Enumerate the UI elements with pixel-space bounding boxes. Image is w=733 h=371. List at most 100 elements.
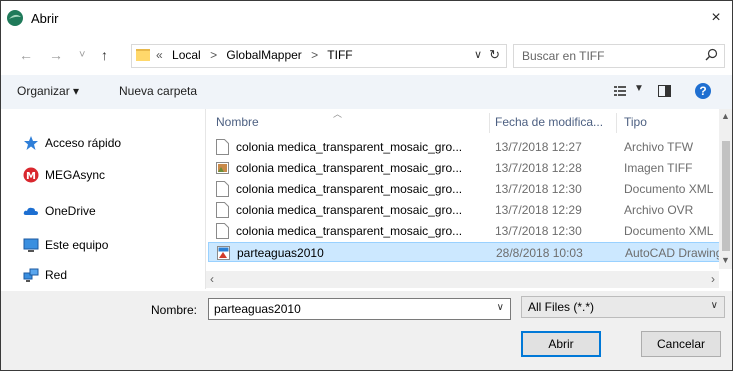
autocad-icon — [217, 246, 230, 260]
file-date: 13/7/2018 12:30 — [495, 182, 582, 196]
vertical-scrollbar[interactable]: ▲ ▼ — [719, 109, 732, 269]
file-date: 13/7/2018 12:30 — [495, 224, 582, 238]
filename-field[interactable]: parteaguas2010 ∨ — [208, 298, 511, 320]
column-header-name[interactable]: Nombre — [216, 115, 259, 129]
search-input[interactable]: Buscar en TIFF — [522, 49, 604, 63]
preview-pane-icon[interactable] — [658, 85, 671, 97]
search-box[interactable]: Buscar en TIFF — [513, 44, 725, 68]
file-name: colonia medica_transparent_mosaic_gro... — [236, 182, 463, 196]
navigation-pane: Acceso rápido M MEGAsync OneDrive Este e… — [1, 111, 205, 291]
filename-value[interactable]: parteaguas2010 — [214, 302, 301, 316]
search-icon — [705, 48, 718, 61]
address-bar[interactable]: « Local > GlobalMapper > TIFF ∨ ↻ — [131, 44, 507, 68]
monitor-icon — [23, 238, 39, 252]
scroll-up-icon[interactable]: ▲ — [721, 111, 730, 121]
file-type: Archivo OVR — [624, 203, 694, 217]
breadcrumb-tiff[interactable]: TIFF — [327, 48, 352, 62]
sidebar-item-network[interactable]: Red — [23, 263, 67, 285]
sidebar-item-label: OneDrive — [45, 203, 96, 218]
open-button[interactable]: Abrir — [521, 331, 601, 357]
document-icon — [216, 139, 229, 155]
network-icon — [23, 268, 39, 282]
file-type: Documento XML — [624, 182, 714, 196]
file-row[interactable]: colonia medica_transparent_mosaic_gro...… — [208, 200, 722, 220]
file-type: Documento XML — [624, 224, 714, 238]
file-name: colonia medica_transparent_mosaic_gro... — [236, 140, 463, 154]
up-button[interactable]: ↑ — [101, 47, 108, 63]
document-icon — [216, 181, 229, 197]
document-icon — [216, 202, 229, 218]
scroll-right-icon[interactable]: › — [711, 272, 715, 286]
title-bar: Abrir × — [1, 1, 732, 37]
close-button[interactable]: × — [704, 6, 728, 30]
star-icon — [24, 135, 38, 150]
column-divider[interactable] — [489, 113, 490, 133]
organize-button[interactable]: Organizar ▾ — [17, 84, 79, 98]
file-type: AutoCAD Drawing — [625, 246, 723, 260]
sidebar-item-label: Este equipo — [45, 237, 109, 252]
sidebar-item-label: Acceso rápido — [45, 135, 122, 150]
recent-locations-button[interactable]: ˅ — [79, 47, 85, 63]
sidebar-item-label: Red — [45, 267, 68, 282]
svg-text:M: M — [26, 171, 36, 182]
file-type: Archivo TFW — [624, 140, 694, 154]
folder-icon — [136, 49, 150, 61]
column-divider[interactable] — [616, 113, 617, 133]
app-icon — [7, 10, 23, 26]
horizontal-scrollbar[interactable]: ‹ › — [206, 271, 719, 288]
file-row[interactable]: colonia medica_transparent_mosaic_gro...… — [208, 221, 722, 241]
scroll-left-icon[interactable]: ‹ — [210, 272, 214, 286]
sort-ascending-icon: ︿ — [333, 109, 343, 119]
file-list: ︿ Nombre Fecha de modifica... Tipo colon… — [205, 109, 732, 289]
file-row[interactable]: colonia medica_transparent_mosaic_gro...… — [208, 137, 722, 157]
window-title: Abrir — [31, 11, 59, 26]
scrollbar-thumb[interactable] — [722, 141, 730, 251]
view-options-icon[interactable] — [613, 84, 627, 98]
file-date: 13/7/2018 12:27 — [495, 140, 582, 154]
breadcrumb-separator[interactable]: > — [311, 48, 318, 62]
file-date: 13/7/2018 12:28 — [495, 161, 582, 175]
filetype-select[interactable]: All Files (*.*) ∨ — [521, 296, 725, 318]
file-type: Imagen TIFF — [624, 161, 693, 175]
file-name: colonia medica_transparent_mosaic_gro... — [236, 224, 463, 238]
sidebar-item-label: MEGAsync — [45, 167, 106, 182]
file-row[interactable]: colonia medica_transparent_mosaic_gro...… — [208, 158, 722, 178]
navigation-bar: ← → ˅ ↑ « Local > GlobalMapper > TIFF ∨ … — [1, 39, 732, 73]
breadcrumb-local[interactable]: Local — [172, 48, 201, 62]
sidebar-item-quick-access[interactable]: Acceso rápido — [23, 131, 121, 153]
image-icon — [216, 162, 229, 174]
column-header-date[interactable]: Fecha de modifica... — [495, 115, 603, 129]
breadcrumb-separator[interactable]: > — [210, 48, 217, 62]
refresh-button[interactable]: ↻ — [489, 47, 500, 63]
cloud-icon — [23, 207, 38, 215]
forward-button[interactable]: → — [49, 47, 63, 63]
chevron-down-icon[interactable]: ▼ — [634, 83, 644, 94]
file-row-selected[interactable]: parteaguas2010 28/8/2018 10:03 AutoCAD D… — [208, 242, 722, 262]
command-bar: Organizar ▾ Nueva carpeta ▼ ? — [1, 75, 732, 109]
file-date: 13/7/2018 12:29 — [495, 203, 582, 217]
file-row[interactable]: colonia medica_transparent_mosaic_gro...… — [208, 179, 722, 199]
chevron-down-icon[interactable]: ∨ — [474, 48, 482, 61]
open-file-dialog: Abrir × ← → ˅ ↑ « Local > GlobalMapper >… — [0, 0, 733, 371]
path-prefix[interactable]: « — [156, 48, 163, 62]
chevron-down-icon[interactable]: ∨ — [497, 302, 504, 313]
new-folder-button[interactable]: Nueva carpeta — [119, 84, 197, 98]
file-name: colonia medica_transparent_mosaic_gro... — [236, 161, 463, 175]
sidebar-item-this-pc[interactable]: Este equipo — [23, 233, 108, 255]
breadcrumb-globalmapper[interactable]: GlobalMapper — [226, 48, 301, 62]
column-header-type[interactable]: Tipo — [624, 115, 647, 129]
filetype-value: All Files (*.*) — [528, 300, 595, 314]
sidebar-item-megasync[interactable]: M MEGAsync — [23, 163, 105, 185]
back-button[interactable]: ← — [19, 47, 33, 63]
file-name: parteaguas2010 — [237, 246, 324, 260]
cancel-button[interactable]: Cancelar — [641, 331, 721, 357]
help-button[interactable]: ? — [695, 83, 711, 99]
sidebar-item-onedrive[interactable]: OneDrive — [23, 199, 96, 221]
mega-icon: M — [23, 167, 39, 183]
scroll-down-icon[interactable]: ▼ — [721, 255, 730, 265]
chevron-down-icon: ∨ — [710, 300, 718, 311]
dialog-footer: Nombre: parteaguas2010 ∨ All Files (*.*)… — [1, 291, 732, 370]
file-name: colonia medica_transparent_mosaic_gro... — [236, 203, 463, 217]
document-icon — [216, 223, 229, 239]
file-date: 28/8/2018 10:03 — [496, 246, 583, 260]
